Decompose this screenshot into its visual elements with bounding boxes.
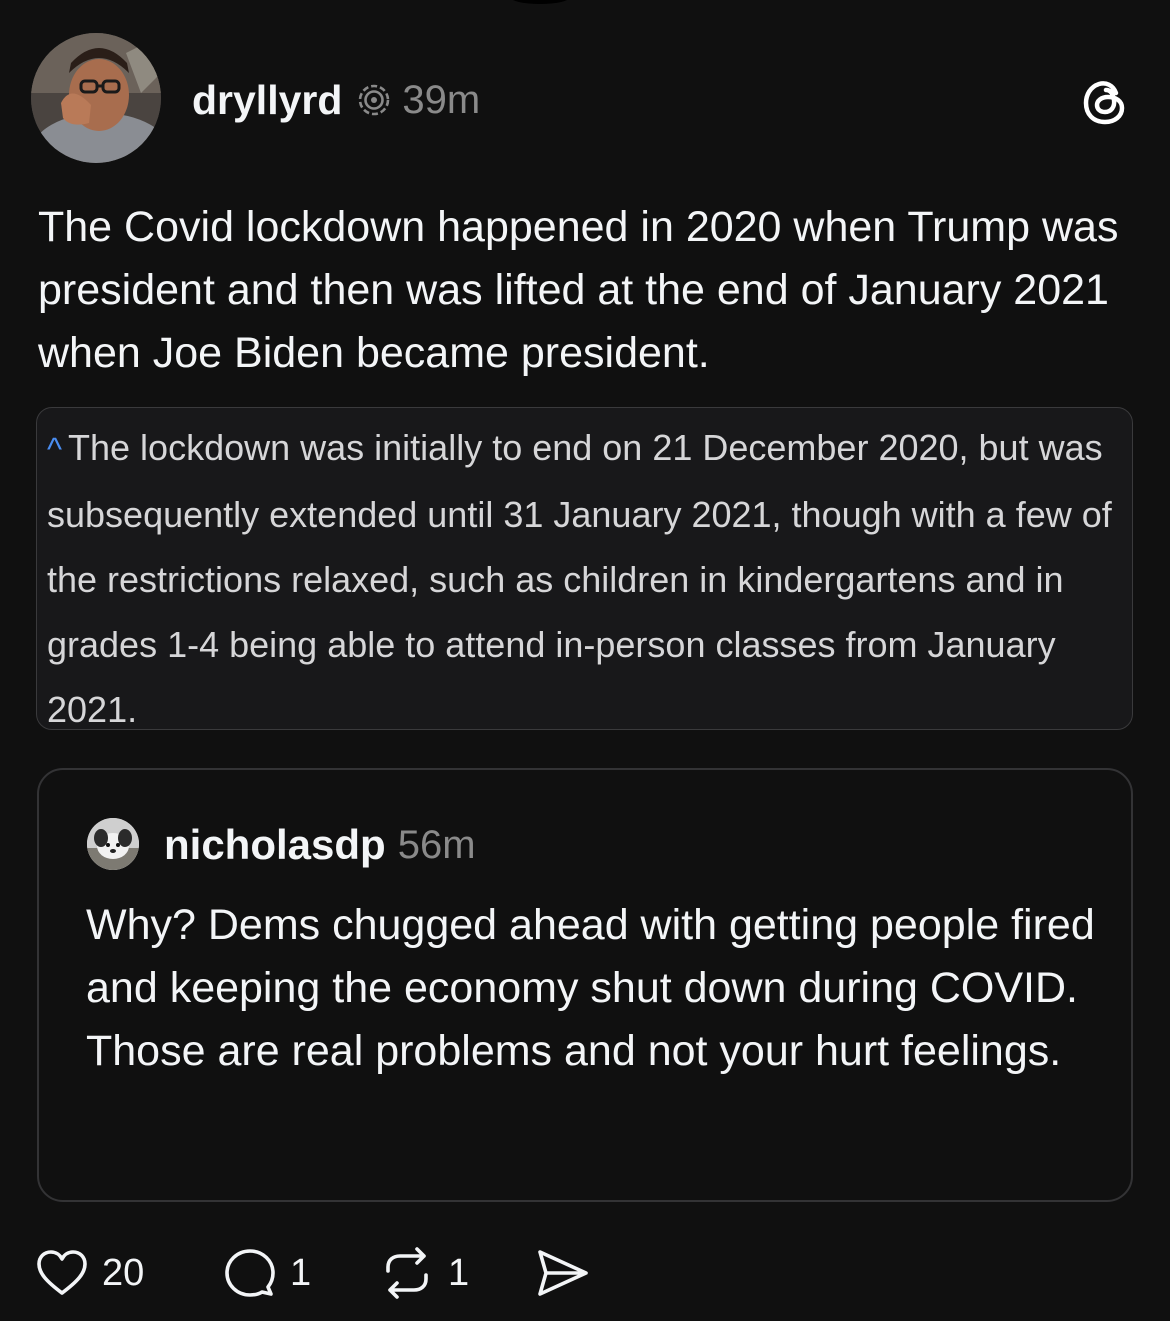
quoted-author-username[interactable]: nicholasdp — [164, 821, 386, 869]
reply-button[interactable]: 1 — [224, 1247, 380, 1299]
quoted-author-avatar[interactable] — [87, 818, 139, 870]
quoted-post-timestamp: 56m — [397, 822, 476, 867]
like-button[interactable]: 20 — [36, 1249, 224, 1297]
quoted-post-body: Why? Dems chugged ahead with getting peo… — [86, 901, 1095, 1075]
quoted-excerpt-box: ^ The lockdown was initially to end on 21… — [36, 407, 1133, 730]
like-count: 20 — [102, 1251, 145, 1294]
post-body: The Covid lockdown happened in 2020 when… — [38, 203, 1119, 377]
quoted-post-header: nicholasdp 56m — [164, 818, 476, 872]
post-actions-bar: 20 1 1 — [36, 1243, 590, 1303]
dog-photo-icon — [87, 818, 139, 870]
send-icon — [538, 1250, 588, 1296]
avatar-photo-icon — [31, 33, 161, 163]
repost-count: 1 — [448, 1251, 470, 1294]
caret-icon: ^ — [47, 431, 63, 467]
heart-icon — [37, 1250, 87, 1295]
author-username[interactable]: dryllyrd — [192, 77, 342, 124]
repost-icon — [386, 1247, 428, 1299]
author-avatar[interactable] — [31, 33, 161, 163]
quoted-post-card[interactable]: nicholasdp 56m Why? Dems chugged ahead w… — [37, 768, 1133, 1202]
post-timestamp: 39m — [402, 77, 481, 122]
top-edge-shadow — [510, 0, 570, 4]
comment-icon — [225, 1249, 275, 1297]
repost-button[interactable]: 1 — [380, 1247, 536, 1299]
threads-logo-icon[interactable] — [1080, 76, 1132, 128]
fediverse-icon — [356, 82, 392, 118]
post-header: dryllyrd 39m — [192, 72, 480, 128]
share-button[interactable] — [536, 1248, 590, 1298]
quoted-excerpt-text: The lockdown was initially to end on 21 … — [47, 427, 1112, 730]
reply-count: 1 — [290, 1251, 312, 1294]
